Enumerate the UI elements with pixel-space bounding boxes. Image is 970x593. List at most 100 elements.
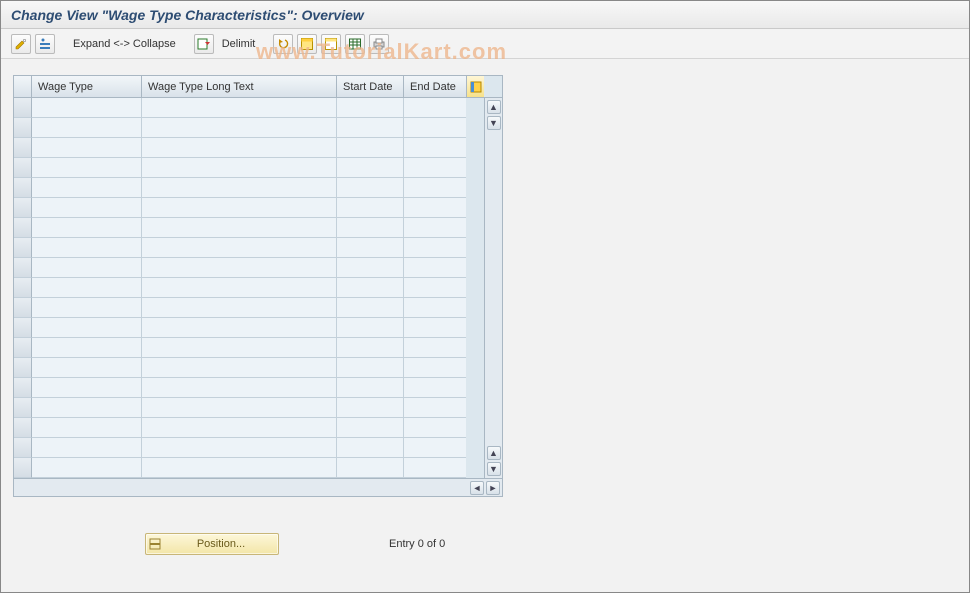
- row-selector[interactable]: [14, 438, 32, 458]
- row-selector[interactable]: [14, 238, 32, 258]
- cell-start_date[interactable]: [337, 418, 404, 438]
- cell-wage_type[interactable]: [32, 158, 142, 178]
- cell-end_date[interactable]: [404, 458, 466, 478]
- cell-wage_type[interactable]: [32, 98, 142, 118]
- scroll-right-button[interactable]: ►: [486, 481, 500, 495]
- cell-end_date[interactable]: [404, 178, 466, 198]
- cell-wage_type_long[interactable]: [142, 338, 337, 358]
- print-button[interactable]: [369, 34, 389, 54]
- vertical-scrollbar[interactable]: ▲ ▼ ▲ ▼: [484, 98, 502, 478]
- cell-end_date[interactable]: [404, 358, 466, 378]
- cell-end_date[interactable]: [404, 298, 466, 318]
- cell-wage_type[interactable]: [32, 398, 142, 418]
- deselect-all-button[interactable]: [321, 34, 341, 54]
- row-selector[interactable]: [14, 398, 32, 418]
- cell-start_date[interactable]: [337, 298, 404, 318]
- cell-start_date[interactable]: [337, 398, 404, 418]
- scroll-up-step-button[interactable]: ▼: [487, 116, 501, 130]
- col-header-wage-type-long[interactable]: Wage Type Long Text: [142, 76, 337, 97]
- cell-wage_type[interactable]: [32, 378, 142, 398]
- row-selector[interactable]: [14, 458, 32, 478]
- toggle-edit-button[interactable]: [11, 34, 31, 54]
- cell-wage_type_long[interactable]: [142, 118, 337, 138]
- cell-start_date[interactable]: [337, 238, 404, 258]
- cell-start_date[interactable]: [337, 278, 404, 298]
- cell-wage_type[interactable]: [32, 258, 142, 278]
- cell-wage_type[interactable]: [32, 358, 142, 378]
- cell-wage_type[interactable]: [32, 238, 142, 258]
- row-selector[interactable]: [14, 98, 32, 118]
- cell-end_date[interactable]: [404, 238, 466, 258]
- row-selector[interactable]: [14, 158, 32, 178]
- expand-collapse-button[interactable]: Expand <-> Collapse: [69, 34, 180, 54]
- cell-wage_type[interactable]: [32, 458, 142, 478]
- cell-end_date[interactable]: [404, 438, 466, 458]
- cell-wage_type_long[interactable]: [142, 198, 337, 218]
- col-header-wage-type[interactable]: Wage Type: [32, 76, 142, 97]
- cell-wage_type_long[interactable]: [142, 98, 337, 118]
- cell-end_date[interactable]: [404, 98, 466, 118]
- cell-start_date[interactable]: [337, 138, 404, 158]
- cell-end_date[interactable]: [404, 278, 466, 298]
- row-selector[interactable]: [14, 118, 32, 138]
- cell-wage_type[interactable]: [32, 198, 142, 218]
- cell-start_date[interactable]: [337, 158, 404, 178]
- cell-wage_type[interactable]: [32, 278, 142, 298]
- cell-end_date[interactable]: [404, 378, 466, 398]
- cell-wage_type_long[interactable]: [142, 318, 337, 338]
- cell-wage_type_long[interactable]: [142, 138, 337, 158]
- cell-wage_type_long[interactable]: [142, 238, 337, 258]
- row-selector[interactable]: [14, 358, 32, 378]
- cell-wage_type[interactable]: [32, 418, 142, 438]
- scroll-down-step-button[interactable]: ▲: [487, 446, 501, 460]
- col-header-start-date[interactable]: Start Date: [337, 76, 404, 97]
- cell-end_date[interactable]: [404, 218, 466, 238]
- cell-wage_type[interactable]: [32, 298, 142, 318]
- horizontal-scrollbar[interactable]: ◄ ►: [14, 478, 502, 496]
- cell-start_date[interactable]: [337, 318, 404, 338]
- row-selector[interactable]: [14, 258, 32, 278]
- row-selector[interactable]: [14, 318, 32, 338]
- cell-end_date[interactable]: [404, 398, 466, 418]
- cell-start_date[interactable]: [337, 218, 404, 238]
- cell-end_date[interactable]: [404, 418, 466, 438]
- cell-start_date[interactable]: [337, 358, 404, 378]
- cell-wage_type_long[interactable]: [142, 458, 337, 478]
- row-selector[interactable]: [14, 378, 32, 398]
- cell-wage_type[interactable]: [32, 338, 142, 358]
- cell-wage_type[interactable]: [32, 178, 142, 198]
- cell-wage_type_long[interactable]: [142, 278, 337, 298]
- cell-start_date[interactable]: [337, 338, 404, 358]
- delimit-button[interactable]: Delimit: [218, 34, 260, 54]
- scroll-up-button[interactable]: ▲: [487, 100, 501, 114]
- cell-start_date[interactable]: [337, 378, 404, 398]
- cell-start_date[interactable]: [337, 178, 404, 198]
- cell-start_date[interactable]: [337, 438, 404, 458]
- cell-end_date[interactable]: [404, 198, 466, 218]
- cell-end_date[interactable]: [404, 318, 466, 338]
- cell-wage_type[interactable]: [32, 218, 142, 238]
- other-view-button[interactable]: [35, 34, 55, 54]
- cell-wage_type[interactable]: [32, 438, 142, 458]
- cell-start_date[interactable]: [337, 118, 404, 138]
- cell-wage_type_long[interactable]: [142, 298, 337, 318]
- cell-wage_type[interactable]: [32, 118, 142, 138]
- select-all-button[interactable]: [297, 34, 317, 54]
- row-selector[interactable]: [14, 218, 32, 238]
- cell-start_date[interactable]: [337, 98, 404, 118]
- cell-wage_type[interactable]: [32, 318, 142, 338]
- configure-columns-button[interactable]: [466, 76, 484, 97]
- scroll-left-button[interactable]: ◄: [470, 481, 484, 495]
- col-header-end-date[interactable]: End Date: [404, 76, 466, 97]
- cell-start_date[interactable]: [337, 198, 404, 218]
- cell-wage_type_long[interactable]: [142, 438, 337, 458]
- row-selector[interactable]: [14, 338, 32, 358]
- cell-wage_type[interactable]: [32, 138, 142, 158]
- row-selector[interactable]: [14, 198, 32, 218]
- cell-wage_type_long[interactable]: [142, 358, 337, 378]
- row-selector[interactable]: [14, 278, 32, 298]
- position-button[interactable]: Position...: [145, 533, 279, 555]
- cell-start_date[interactable]: [337, 258, 404, 278]
- cell-wage_type_long[interactable]: [142, 398, 337, 418]
- cell-wage_type_long[interactable]: [142, 378, 337, 398]
